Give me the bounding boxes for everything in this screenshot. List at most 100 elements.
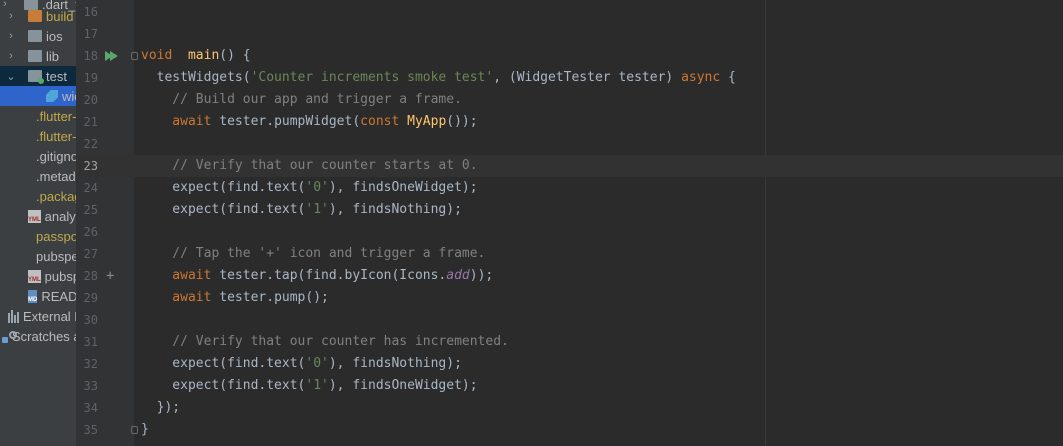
line-number: 21 [83,115,98,129]
code-token: ), findsNothing); [328,202,462,217]
code-token: await [141,268,212,283]
folder-icon [28,30,42,42]
tree-item-label: analysis_options.yaml [44,208,76,224]
markdown-file-icon: MD [28,289,38,303]
line-number: 35 [83,423,98,437]
code-token: ()); [446,114,478,129]
code-token: tester.pump(); [211,290,329,305]
code-token: '1' [305,202,329,217]
right-margin-guide [765,0,766,446]
code-token: , (WidgetTester tester) [493,70,682,85]
code-token: expect(find.text( [141,356,306,371]
tree-item-label: test [46,68,67,84]
line-number: 26 [83,225,98,239]
folder-icon [28,50,42,62]
code-token: tester.tap(find.byIcon(Icons. [211,268,447,283]
tree-item-lib[interactable]: › lib [0,46,76,66]
line-number: 29 [83,291,98,305]
code-token: tester.pumpWidget( [211,114,361,129]
tree-item-external-libraries[interactable]: External Libraries [0,306,76,326]
tree-item-pubspec-lock[interactable]: pubspec.lock [0,246,76,266]
code-token: add [446,268,470,283]
tree-item-label: .gitignore [36,148,76,164]
code-token: )); [469,268,494,283]
expand-arrow-icon[interactable]: › [6,10,16,22]
code-line[interactable]: testWidgets('Counter increments smoke te… [141,67,736,89]
code-line[interactable]: expect(find.text('0'), findsOneWidget); [141,177,477,199]
code-token: }); [141,400,181,415]
tree-item-gitignore[interactable]: .gitignore [0,146,76,166]
code-token: testWidgets( [141,70,251,85]
folder-icon [28,10,42,22]
tree-item-label: .metadata [36,168,76,184]
code-line[interactable]: }); [141,397,181,419]
code-line[interactable]: // Tap the '+' icon and trigger a frame. [141,243,485,265]
expand-arrow-icon[interactable]: › [6,50,16,62]
test-folder-icon [28,70,44,84]
line-number: 32 [83,357,98,371]
code-line[interactable]: // Verify that our counter starts at 0. [141,155,478,177]
line-number: 30 [83,313,98,327]
tree-item-flutter-plugins[interactable]: .flutter-plugins [0,106,76,126]
code-line[interactable]: await tester.pump(); [141,287,329,309]
code-token: 'Counter increments smoke test' [250,70,494,85]
code-token: // Verify that our counter starts at 0. [141,158,478,173]
code-token: expect(find.text( [141,378,306,393]
tree-item-label: README.md [41,288,76,304]
line-number: 19 [83,71,98,85]
add-icon[interactable]: + [106,269,114,283]
tree-item-pubspec-yaml[interactable]: YML pubspec.yaml [0,266,76,286]
code-token: ), findsOneWidget); [328,378,478,393]
line-number: 22 [83,137,98,151]
code-line[interactable]: expect(find.text('0'), findsNothing); [141,353,462,375]
fold-marker-icon[interactable] [131,426,138,434]
tree-item-test[interactable]: ⌄ test [0,66,76,86]
tree-item-analysis-options[interactable]: YML analysis_options.yaml [0,206,76,226]
code-line[interactable]: } [141,419,149,441]
tree-item-ios[interactable]: › ios [0,26,76,46]
line-number: 16 [83,5,98,19]
code-token: void [141,48,173,63]
code-line[interactable]: void main() { [141,45,251,67]
line-number: 20 [83,93,98,107]
code-token: // Tap the '+' icon and trigger a frame. [141,246,486,261]
line-number: 17 [83,27,98,41]
expand-arrow-icon[interactable]: › [6,30,16,42]
code-token: const [360,114,400,129]
tree-item-passport-iml[interactable]: passport.iml [0,226,76,246]
code-token: MyApp [399,114,447,129]
code-token: // Verify that our counter has increment… [141,334,509,349]
tree-item-label: lib [46,48,60,64]
tree-item-label: pubspec.yaml [44,268,76,284]
tree-item-packages[interactable]: .packages [0,186,76,206]
code-line[interactable]: // Build our app and trigger a frame. [141,89,462,111]
line-number: 25 [83,203,98,217]
collapse-arrow-icon[interactable]: ⌄ [6,70,16,83]
code-token: } [141,422,149,437]
tree-item-label: widget_test.dart [62,88,76,104]
tree-item-metadata[interactable]: .metadata [0,166,76,186]
code-line[interactable]: // Verify that our counter has increment… [141,331,509,353]
code-line[interactable]: expect(find.text('1'), findsNothing); [141,199,462,221]
code-line[interactable]: await tester.tap(find.byIcon(Icons.add))… [141,265,493,287]
tree-item-widget-test[interactable]: widget_test.dart [0,86,76,106]
tree-item-label: .packages [36,188,76,204]
code-line[interactable]: expect(find.text('1'), findsOneWidget); [141,375,478,397]
run-triangle-icon[interactable] [110,51,118,61]
tree-item-scratches[interactable]: Scratches and Consoles [0,326,76,346]
tree-item-readme[interactable]: MD README.md [0,286,76,306]
tree-item-build[interactable]: › build [0,6,76,26]
dart-file-icon [46,90,58,102]
code-token: main [187,48,220,63]
tree-item-label: pubspec.lock [36,248,76,264]
code-token: await [141,114,212,129]
tree-item-label: Scratches and Consoles [12,328,76,344]
fold-marker-icon[interactable] [131,52,138,60]
line-number: 23 [83,159,98,173]
line-number: 28 [83,269,98,283]
code-token: () { [219,48,251,63]
code-token: async [681,70,721,85]
code-line[interactable]: await tester.pumpWidget(const MyApp()); [141,111,478,133]
tree-item-flutter-plugins-dependencies[interactable]: .flutter-plugins-dependencies [0,126,76,146]
